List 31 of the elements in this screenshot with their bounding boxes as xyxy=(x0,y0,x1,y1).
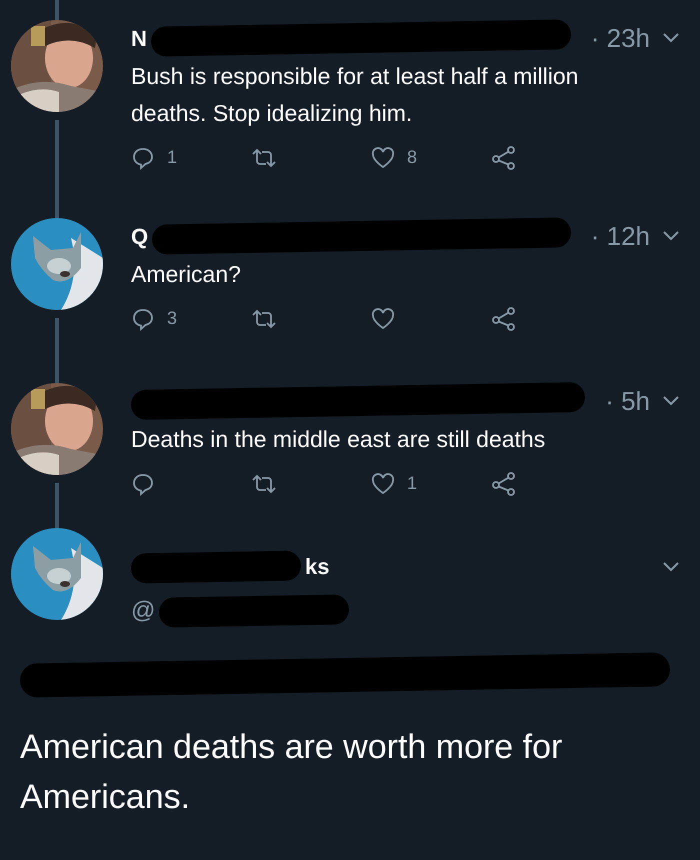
reply-icon[interactable] xyxy=(131,472,155,496)
timestamp: · 12h xyxy=(590,220,650,252)
share-icon[interactable] xyxy=(491,144,517,170)
share-icon[interactable] xyxy=(491,306,517,332)
heart-icon[interactable] xyxy=(371,472,395,494)
timestamp: · 23h xyxy=(590,22,650,54)
timestamp: · 5h xyxy=(605,384,650,418)
chevron-down-icon[interactable] xyxy=(662,32,680,44)
like-count: 1 xyxy=(407,472,418,495)
tweet-text: Bush is responsible for at least half a million deaths. Stop idealizing him. xyxy=(131,62,580,128)
heart-icon[interactable] xyxy=(371,308,395,330)
share-icon[interactable] xyxy=(491,470,517,496)
heart-icon[interactable] xyxy=(371,146,395,168)
reply-icon[interactable] xyxy=(131,146,155,170)
reply-count: 3 xyxy=(167,307,178,330)
reply-count: 1 xyxy=(167,146,178,169)
reply-icon[interactable] xyxy=(131,306,155,330)
retweet-icon[interactable] xyxy=(251,308,277,330)
user-name[interactable]: Q xyxy=(131,220,148,252)
retweet-icon[interactable] xyxy=(251,472,277,494)
chevron-down-icon[interactable] xyxy=(662,395,680,407)
user-handle[interactable]: @ xyxy=(131,593,156,629)
user-name[interactable]: N xyxy=(131,22,147,54)
chevron-down-icon[interactable] xyxy=(662,560,680,572)
tweet-text: American? xyxy=(131,260,242,289)
tweet-text: Deaths in the middle east are still deaths xyxy=(131,425,546,454)
chevron-down-icon[interactable] xyxy=(662,230,680,242)
tweet-text: American deaths are worth more for Americans. xyxy=(20,727,564,818)
like-count: 8 xyxy=(407,146,418,169)
user-name[interactable]: ks xyxy=(305,550,330,583)
retweet-icon[interactable] xyxy=(251,146,277,168)
